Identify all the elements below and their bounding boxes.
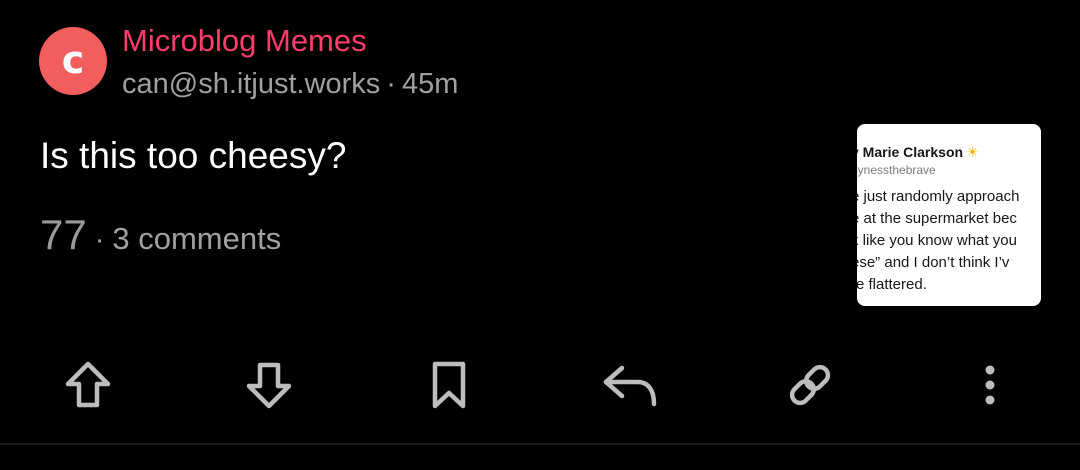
thumbnail-line: ese” and I don’t think I’v (857, 254, 1010, 271)
post-title[interactable]: Is this too cheesy? (40, 134, 346, 178)
thumbnail-handle: bynessthebrave (857, 163, 936, 177)
post-divider (0, 443, 1080, 445)
thumbnail-line: k like you know what you (857, 232, 1017, 249)
stats-separator: · (94, 224, 105, 256)
meta-separator: · (386, 68, 396, 100)
post-age: 45m (401, 68, 459, 100)
avatar-letter: c (61, 38, 85, 82)
score-count: 77 (40, 211, 87, 258)
comments-link[interactable]: 3 comments (112, 221, 281, 257)
reply-icon (603, 365, 657, 407)
thumbnail-author-name: y Marie Clarkson (857, 144, 964, 160)
community-name-link[interactable]: Microblog Memes (122, 23, 367, 59)
thumbnail-line: e at the supermarket bec (857, 210, 1017, 227)
downvote-button[interactable] (239, 350, 299, 420)
community-avatar[interactable]: c (39, 27, 107, 95)
thumbnail-text: e just randomly approach e at the superm… (857, 186, 1019, 296)
reply-button[interactable] (600, 350, 660, 420)
arrow-up-icon (65, 361, 111, 408)
upvote-button[interactable] (58, 350, 118, 420)
author-link[interactable]: can@sh.itjust.works (122, 68, 380, 100)
thumbnail-line: e just randomly approach (857, 188, 1020, 205)
more-vertical-icon (985, 365, 995, 405)
sun-icon: ☀ (966, 144, 979, 160)
share-link-button[interactable] (780, 350, 840, 420)
bookmark-icon (432, 361, 466, 409)
thumbnail-author: y Marie Clarkson ☀ (857, 144, 979, 161)
action-bar (0, 350, 1080, 420)
post-meta: can@sh.itjust.works · 45m (122, 66, 458, 102)
link-icon (789, 364, 831, 406)
thumbnail-line: re flattered. (857, 276, 927, 293)
post-thumbnail[interactable]: y Marie Clarkson ☀ bynessthebrave e just … (857, 124, 1041, 306)
more-options-button[interactable] (960, 350, 1020, 420)
post-card: c Microblog Memes can@sh.itjust.works · 45… (0, 0, 1080, 470)
post-stats: 77 · 3 comments (40, 212, 281, 258)
arrow-down-icon (246, 362, 292, 409)
save-button[interactable] (419, 350, 479, 420)
